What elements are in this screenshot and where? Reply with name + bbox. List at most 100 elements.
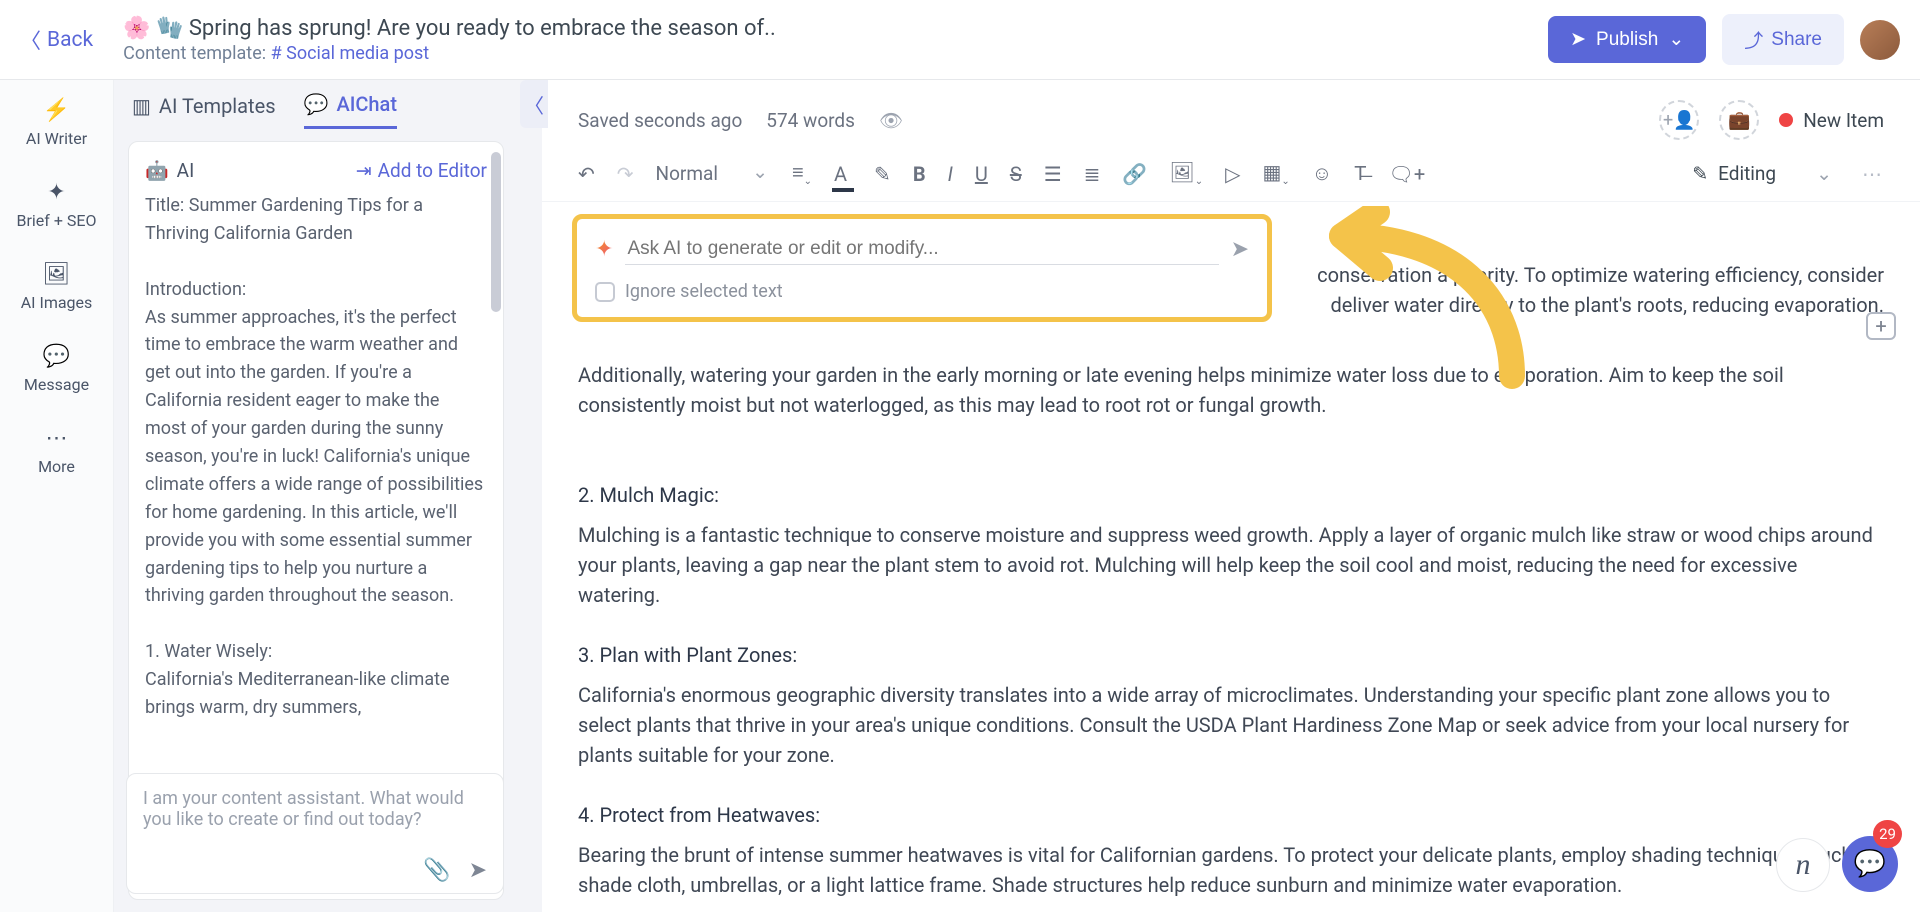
- bullet-list-button[interactable]: ☰: [1044, 162, 1062, 186]
- back-button[interactable]: 〈 Back: [20, 25, 93, 55]
- status-new-item[interactable]: New Item: [1779, 109, 1884, 132]
- ai-scrollbar[interactable]: [491, 152, 501, 312]
- italic-button[interactable]: I: [948, 162, 953, 186]
- document-body[interactable]: 1. Water Wisely: ✦ ➤ Ignore selected tex…: [542, 202, 1920, 912]
- ask-ai-input[interactable]: [625, 234, 1218, 265]
- doc-section-3-head: 3. Plan with Plant Zones:: [578, 640, 1884, 670]
- publish-label: Publish: [1596, 29, 1658, 51]
- header-actions: ➤ Publish ⌄ ⤴ Share: [1548, 14, 1900, 65]
- comment-button[interactable]: 🗨+: [1388, 162, 1425, 186]
- nav-more[interactable]: ⋯ More: [0, 420, 113, 482]
- user-avatar[interactable]: [1860, 20, 1900, 60]
- chevron-left-icon: 〈: [524, 90, 544, 119]
- page-title: 🌸 🧤 Spring has sprung! Are you ready to …: [123, 16, 1548, 41]
- bold-button[interactable]: B: [913, 162, 926, 186]
- chat-icon: 💬: [43, 344, 70, 369]
- ignore-selected-checkbox[interactable]: [595, 282, 615, 302]
- save-status: Saved seconds ago: [578, 109, 742, 132]
- image-button[interactable]: 🖼⌄: [1169, 160, 1203, 187]
- back-label: Back: [47, 28, 93, 52]
- side-nav: ⚡ AI Writer ✦ Brief + SEO 🖼 AI Images 💬 …: [0, 80, 114, 912]
- doc-section-4-head: 4. Protect from Heatwaves:: [578, 800, 1884, 830]
- share-button[interactable]: ⤴ Share: [1722, 14, 1844, 65]
- ignore-selected-label: Ignore selected text: [625, 278, 783, 305]
- header-center: 🌸 🧤 Spring has sprung! Are you ready to …: [123, 16, 1548, 64]
- redo-button[interactable]: ↷: [617, 162, 634, 186]
- editing-label: Editing: [1718, 162, 1776, 185]
- toolbar-more-button[interactable]: ⋯: [1862, 162, 1884, 186]
- chevron-down-icon: ⌄: [1816, 162, 1832, 185]
- format-select[interactable]: Normal: [656, 162, 770, 185]
- send-icon[interactable]: ➤: [469, 858, 487, 883]
- text-color-button[interactable]: A: [834, 162, 852, 186]
- publish-button[interactable]: ➤ Publish ⌄: [1548, 16, 1706, 63]
- attach-icon[interactable]: 📎: [423, 858, 450, 883]
- undo-button[interactable]: ↶: [578, 162, 595, 186]
- highlight-button[interactable]: ✎: [874, 162, 891, 186]
- upload-icon: ⤴: [1744, 26, 1763, 53]
- tab-ai-chat[interactable]: 💬 AIChat: [304, 92, 397, 129]
- chat-icon: 💬: [1854, 849, 1886, 879]
- add-to-editor-label: Add to Editor: [378, 156, 487, 185]
- nav-brief-seo[interactable]: ✦ Brief + SEO: [0, 174, 113, 236]
- align-button[interactable]: ≡⌄: [792, 160, 812, 187]
- help-launcher-n[interactable]: n: [1776, 838, 1830, 892]
- share-label: Share: [1771, 29, 1822, 51]
- collapse-panel-button[interactable]: 〈: [520, 80, 548, 128]
- add-collaborator-button[interactable]: +👤: [1659, 100, 1699, 140]
- clear-format-button[interactable]: T̶: [1354, 161, 1366, 186]
- doc-p1b: Additionally, watering your garden in th…: [578, 360, 1884, 420]
- editor: Saved seconds ago 574 words 👁 +👤 💼 New I…: [542, 80, 1920, 912]
- send-icon: ➤: [1570, 28, 1586, 51]
- word-count: 574 words: [766, 109, 855, 132]
- status-label: New Item: [1803, 109, 1884, 132]
- add-attachment-button[interactable]: 💼: [1719, 100, 1759, 140]
- briefcase-icon: 💼: [1728, 110, 1750, 131]
- tab-label: AI Templates: [159, 94, 276, 118]
- intercom-badge: 29: [1873, 820, 1902, 848]
- underline-button[interactable]: U: [975, 162, 988, 186]
- sparkle-icon: ✦: [595, 233, 613, 266]
- tab-label: AIChat: [336, 92, 397, 116]
- content-template-line: Content template: # Social media post: [123, 43, 1548, 64]
- editor-info-bar: Saved seconds ago 574 words 👁 +👤 💼 New I…: [542, 80, 1920, 152]
- nav-message[interactable]: 💬 Message: [0, 338, 113, 400]
- ai-sec1-head: 1. Water Wisely:: [145, 638, 485, 666]
- doc-section-2-head: 2. Mulch Magic:: [578, 480, 1884, 510]
- ai-sec1-body: California's Mediterranean-like climate …: [145, 666, 485, 722]
- nav-label: AI Writer: [26, 129, 87, 148]
- pencil-icon: ✎: [1692, 162, 1708, 185]
- top-header: 〈 Back 🌸 🧤 Spring has sprung! Are you re…: [0, 0, 1920, 80]
- doc-section-3-p: California's enormous geographic diversi…: [578, 680, 1884, 770]
- image-icon: 🖼: [43, 262, 71, 287]
- tab-ai-templates[interactable]: ▥ AI Templates: [132, 92, 276, 129]
- ellipsis-icon: ⋯: [46, 426, 68, 451]
- video-button[interactable]: ▷: [1225, 162, 1240, 186]
- ai-intro-label: Introduction:: [145, 276, 485, 304]
- ask-ai-send-button[interactable]: ➤: [1231, 233, 1249, 266]
- nav-label: Brief + SEO: [17, 211, 97, 230]
- assistant-placeholder: I am your content assistant. What would …: [143, 788, 487, 830]
- emoji-button[interactable]: ☺: [1312, 161, 1332, 186]
- strike-button[interactable]: S: [1010, 162, 1022, 186]
- assistant-input[interactable]: I am your content assistant. What would …: [126, 773, 504, 894]
- ai-panel-tabs: ▥ AI Templates 💬 AIChat: [114, 80, 542, 129]
- editor-toolbar: ↶ ↷ Normal ≡⌄ A ✎ B I U S ☰ ≣ 🔗 🖼⌄ ▷ ▦⌄ …: [542, 152, 1920, 202]
- nav-ai-writer[interactable]: ⚡ AI Writer: [0, 92, 113, 154]
- nav-ai-images[interactable]: 🖼 AI Images: [0, 256, 113, 318]
- user-plus-icon: +👤: [1663, 110, 1696, 131]
- templates-icon: ▥: [132, 94, 151, 118]
- eye-icon[interactable]: 👁: [879, 109, 903, 132]
- ai-label: AI: [177, 156, 195, 185]
- table-button[interactable]: ▦⌄: [1262, 160, 1289, 187]
- template-label: Content template:: [123, 43, 266, 64]
- status-dot-icon: [1779, 113, 1793, 127]
- inline-comment-button[interactable]: +: [1866, 312, 1896, 340]
- template-link[interactable]: # Social media post: [271, 43, 430, 64]
- editing-mode-select[interactable]: ✎ Editing ⌄: [1692, 162, 1840, 185]
- numbered-list-button[interactable]: ≣: [1084, 162, 1101, 186]
- chevron-down-icon: ⌄: [1668, 28, 1684, 51]
- link-button[interactable]: 🔗: [1122, 162, 1147, 186]
- add-to-editor-button[interactable]: ⇥ Add to Editor: [356, 156, 487, 185]
- robot-icon: 🤖: [145, 156, 169, 185]
